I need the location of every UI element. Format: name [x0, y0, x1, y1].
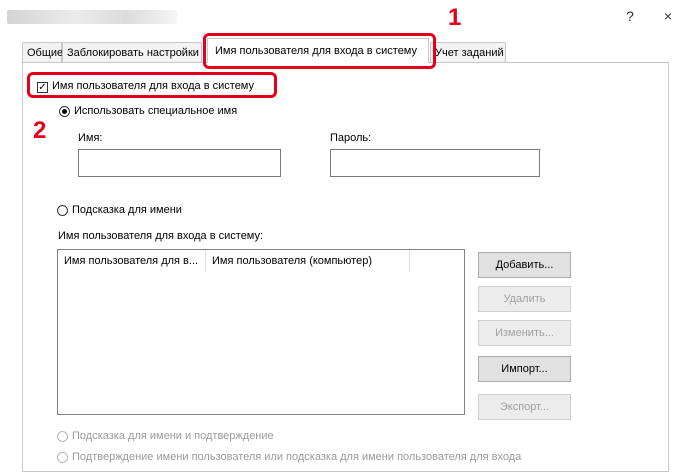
- tab-general[interactable]: Общие: [22, 42, 63, 62]
- login-user-list[interactable]: Имя пользователя для в... Имя пользовате…: [57, 249, 465, 415]
- password-label: Пароль:: [330, 132, 372, 144]
- window-title: [7, 10, 177, 24]
- help-button[interactable]: ?: [620, 8, 640, 24]
- name-input[interactable]: [78, 149, 281, 177]
- confirm-or-prompt-radio[interactable]: [57, 452, 68, 463]
- password-input[interactable]: [330, 149, 540, 177]
- tab-lock-settings[interactable]: Заблокировать настройки: [62, 42, 202, 62]
- tab-job-accounting[interactable]: Учет заданий: [430, 42, 506, 62]
- use-custom-name-label: Использовать специальное имя: [74, 105, 238, 117]
- import-button[interactable]: Импорт...: [478, 356, 571, 382]
- confirm-or-prompt-label: Подтверждение имени пользователя или под…: [72, 451, 522, 463]
- use-custom-name-radio[interactable]: [59, 106, 70, 117]
- export-button[interactable]: Экспорт...: [478, 394, 571, 420]
- close-button[interactable]: ×: [658, 8, 678, 24]
- callout-number-2: 2: [33, 117, 47, 144]
- callout-number-1: 1: [448, 4, 462, 31]
- add-button[interactable]: Добавить...: [478, 252, 571, 278]
- prompt-confirm-radio[interactable]: [57, 431, 68, 442]
- column-header-login-name[interactable]: Имя пользователя для в...: [58, 250, 206, 272]
- prompt-name-radio[interactable]: [57, 205, 68, 216]
- prompt-confirm-label: Подсказка для имени и подтверждение: [72, 430, 274, 442]
- edit-button[interactable]: Изменить...: [478, 320, 571, 346]
- callout-highlight-checkbox: [27, 72, 277, 98]
- delete-button[interactable]: Удалить: [478, 286, 571, 312]
- name-label: Имя:: [78, 132, 103, 144]
- column-header-computer-name[interactable]: Имя пользователя (компьютер): [206, 250, 410, 272]
- prompt-name-label: Подсказка для имени: [72, 204, 182, 216]
- login-list-label: Имя пользователя для входа в систему:: [58, 230, 264, 242]
- callout-highlight-tab: [203, 33, 436, 69]
